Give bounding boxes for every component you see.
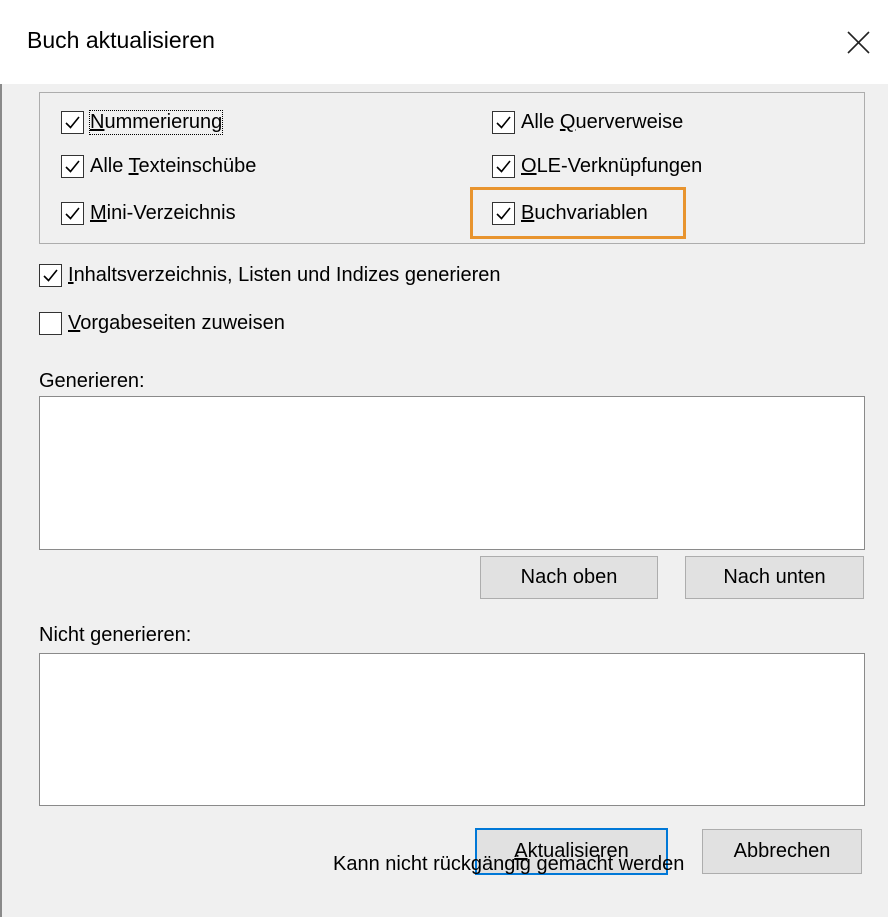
highlight-frame [470, 187, 686, 239]
checkbox-box[interactable] [61, 111, 84, 134]
checkbox-label: Inhaltsverzeichnis, Listen und Indizes g… [68, 264, 501, 286]
checkbox-box[interactable] [61, 202, 84, 225]
dialog-body: Nummerierung Alle Querverweise Alle Text… [2, 84, 888, 917]
checkbox-box[interactable] [61, 155, 84, 178]
generate-listbox[interactable] [39, 396, 865, 550]
checkbox-box[interactable] [492, 111, 515, 134]
checkbox-label: Alle Texteinschübe [90, 155, 257, 177]
checkmark-icon [43, 269, 58, 282]
checkbox-label: Mini-Verzeichnis [90, 202, 236, 224]
checkbox-generate-toc[interactable]: Inhaltsverzeichnis, Listen und Indizes g… [39, 264, 501, 287]
checkbox-querverweise[interactable]: Alle Querverweise [492, 111, 683, 134]
close-icon [847, 31, 870, 54]
checkbox-label: Alle Querverweise [521, 111, 684, 133]
cancel-button[interactable]: Abbrechen [702, 829, 862, 874]
generate-label: Generieren: [39, 370, 145, 392]
move-up-button[interactable]: Nach oben [480, 556, 658, 599]
checkbox-box[interactable] [39, 264, 62, 287]
move-down-button[interactable]: Nach unten [685, 556, 864, 599]
checkmark-icon [65, 160, 80, 173]
not-generate-listbox[interactable] [39, 653, 865, 806]
checkmark-icon [496, 116, 511, 129]
title-bar: Buch aktualisieren [0, 0, 888, 84]
checkbox-texteinschuebe[interactable]: Alle Texteinschübe [61, 155, 256, 178]
checkbox-master-pages[interactable]: Vorgabeseiten zuweisen [39, 312, 285, 335]
checkmark-icon [496, 160, 511, 173]
checkbox-label: OLE-Verknüpfungen [521, 155, 703, 177]
close-button[interactable] [836, 20, 880, 64]
checkbox-label: Nummerierung [88, 110, 224, 135]
checkbox-box[interactable] [492, 155, 515, 178]
checkmark-icon [65, 116, 80, 129]
checkmark-icon [65, 207, 80, 220]
checkbox-mini-verzeichnis[interactable]: Mini-Verzeichnis [61, 202, 236, 225]
checkbox-ole-verknuepfungen[interactable]: OLE-Verknüpfungen [492, 155, 702, 178]
dialog-title: Buch aktualisieren [27, 27, 215, 53]
checkbox-box[interactable] [39, 312, 62, 335]
not-generate-label: Nicht generieren: [39, 624, 192, 646]
checkbox-label: Vorgabeseiten zuweisen [68, 312, 285, 334]
undo-warning-text: Kann nicht rückgängig gemacht werden [333, 853, 685, 875]
checkbox-nummerierung[interactable]: Nummerierung [61, 110, 224, 135]
